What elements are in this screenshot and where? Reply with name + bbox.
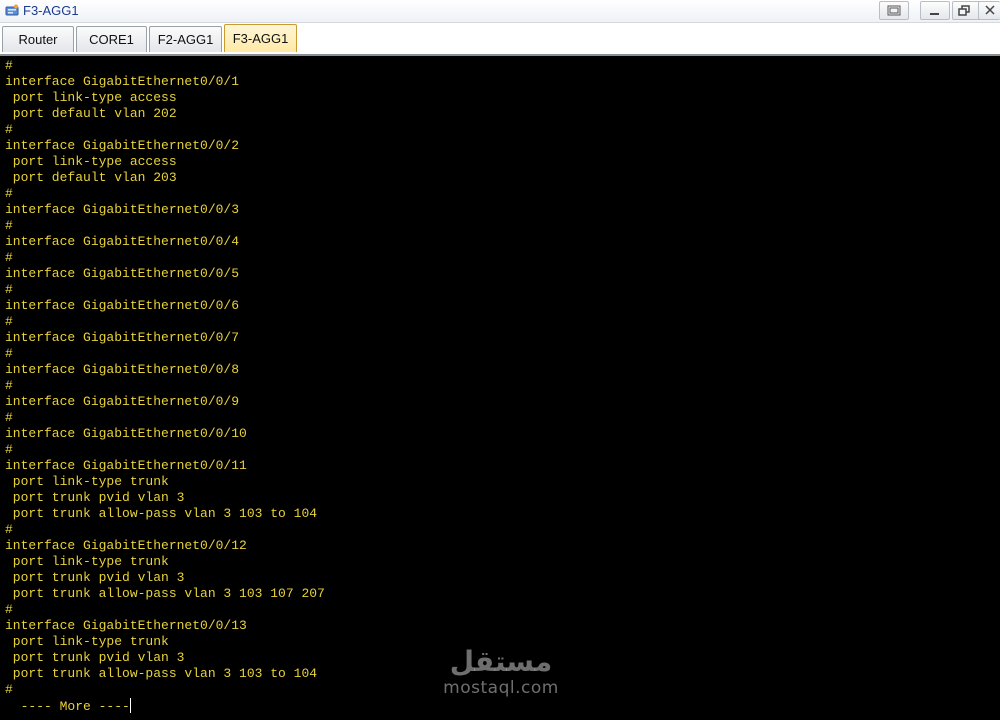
- restore-icon: [953, 5, 977, 23]
- more-prompt[interactable]: ---- More ----: [5, 698, 325, 714]
- terminal-line: port trunk allow-pass vlan 3 103 107 207: [5, 586, 325, 601]
- terminal-line: #: [5, 442, 13, 457]
- terminal-line: interface GigabitEthernet0/0/12: [5, 538, 247, 553]
- terminal-line: #: [5, 682, 13, 697]
- terminal-line: #: [5, 410, 13, 425]
- terminal-line: port link-type access: [5, 154, 177, 169]
- terminal-line: port trunk allow-pass vlan 3 103 to 104: [5, 666, 318, 681]
- more-prompt-text: ---- More ----: [5, 699, 130, 714]
- terminal-line: port link-type trunk: [5, 554, 169, 569]
- terminal-line: interface GigabitEthernet0/0/2: [5, 138, 240, 153]
- terminal-line: #: [5, 314, 13, 329]
- minimize-button[interactable]: [920, 1, 950, 20]
- terminal-line: port default vlan 202: [5, 106, 177, 121]
- terminal-output: # interface GigabitEthernet0/0/1 port lin…: [5, 58, 325, 714]
- tile-windows-button[interactable]: [879, 1, 909, 20]
- terminal-line: interface GigabitEthernet0/0/1: [5, 74, 240, 89]
- text-cursor: [129, 698, 131, 713]
- terminal-line: port trunk pvid vlan 3: [5, 650, 185, 665]
- terminal-line: port trunk pvid vlan 3: [5, 490, 185, 505]
- window-title: F3-AGG1: [23, 3, 79, 18]
- terminal-line: #: [5, 378, 13, 393]
- tab-router[interactable]: Router: [2, 26, 74, 52]
- tab-f3-agg1-active[interactable]: F3-AGG1: [224, 24, 297, 52]
- terminal-line: interface GigabitEthernet0/0/7: [5, 330, 240, 345]
- terminal-line: #: [5, 602, 13, 617]
- terminal-line: #: [5, 250, 13, 265]
- terminal-line: interface GigabitEthernet0/0/11: [5, 458, 247, 473]
- terminal-line: #: [5, 218, 13, 233]
- terminal-line: port trunk pvid vlan 3: [5, 570, 185, 585]
- tab-core1[interactable]: CORE1: [76, 26, 147, 52]
- terminal-line: interface GigabitEthernet0/0/9: [5, 394, 240, 409]
- terminal-line: port default vlan 203: [5, 170, 177, 185]
- tile-windows-icon: [880, 5, 908, 23]
- app-window: F3-AGG1 Router CORE1 F2-AGG1 F3-AGG1 # i…: [0, 0, 1000, 720]
- terminal-line: interface GigabitEthernet0/0/4: [5, 234, 240, 249]
- terminal-line: port link-type trunk: [5, 474, 169, 489]
- terminal-line: port trunk allow-pass vlan 3 103 to 104: [5, 506, 318, 521]
- terminal-line: #: [5, 282, 13, 297]
- terminal-line: #: [5, 522, 13, 537]
- terminal-line: interface GigabitEthernet0/0/6: [5, 298, 240, 313]
- tab-bar: Router CORE1 F2-AGG1 F3-AGG1: [0, 23, 1000, 54]
- terminal-line: port link-type trunk: [5, 634, 169, 649]
- terminal-line: #: [5, 122, 13, 137]
- terminal-line: interface GigabitEthernet0/0/5: [5, 266, 240, 281]
- terminal-line: port link-type access: [5, 90, 177, 105]
- tab-f2-agg1[interactable]: F2-AGG1: [149, 26, 222, 52]
- terminal-line: interface GigabitEthernet0/0/3: [5, 202, 240, 217]
- close-button[interactable]: [978, 1, 1000, 20]
- terminal-line: interface GigabitEthernet0/0/10: [5, 426, 247, 441]
- terminal-line: interface GigabitEthernet0/0/13: [5, 618, 247, 633]
- minimize-icon: [921, 6, 949, 23]
- terminal-line: #: [5, 346, 13, 361]
- close-icon: [979, 5, 1000, 23]
- network-device-icon: [5, 4, 19, 18]
- terminal-line: #: [5, 186, 13, 201]
- terminal-console[interactable]: # interface GigabitEthernet0/0/1 port lin…: [0, 54, 1000, 720]
- terminal-line: #: [5, 58, 13, 73]
- terminal-line: interface GigabitEthernet0/0/8: [5, 362, 240, 377]
- title-bar[interactable]: F3-AGG1: [0, 0, 1000, 23]
